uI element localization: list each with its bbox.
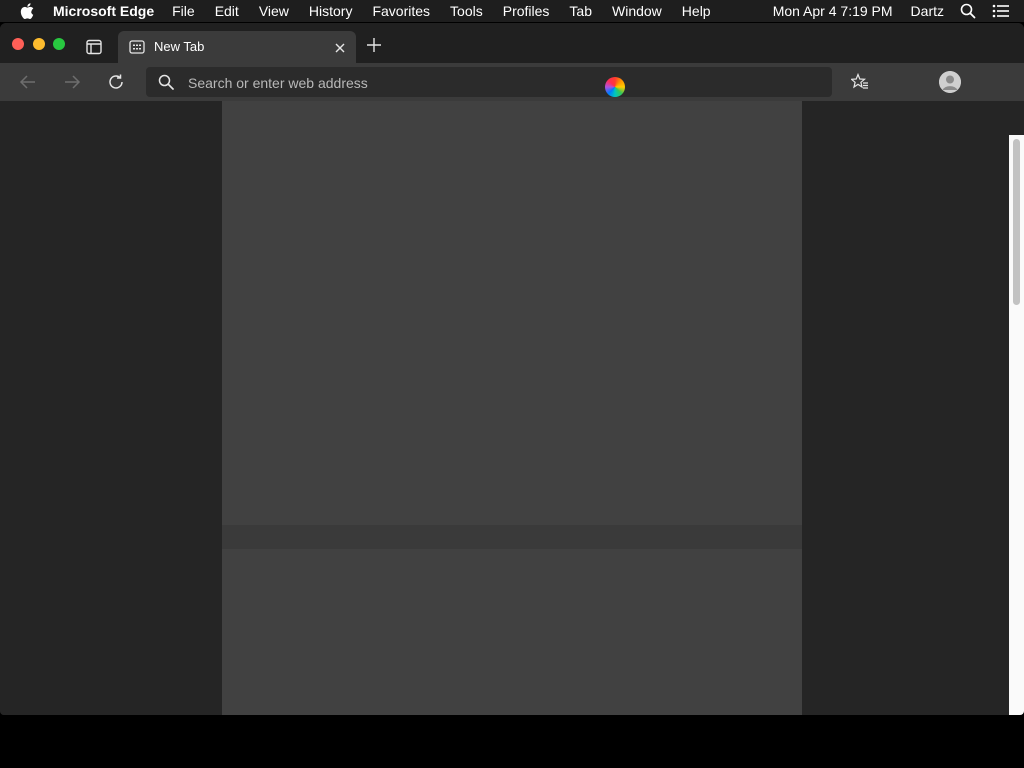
scrollbar-thumb[interactable] [1013, 139, 1020, 305]
address-input[interactable] [186, 67, 810, 99]
favorites-star-icon[interactable] [851, 73, 869, 91]
address-bar[interactable] [146, 67, 832, 99]
tab-title: New Tab [154, 39, 205, 54]
plus-icon[interactable] [367, 38, 381, 52]
menu-history[interactable]: History [309, 3, 353, 19]
menu-app-name[interactable]: Microsoft Edge [53, 3, 154, 19]
search-icon [158, 74, 174, 90]
new-tab-page-icon [129, 40, 145, 54]
window-maximize-button[interactable] [53, 38, 65, 50]
menu-window[interactable]: Window [612, 3, 662, 19]
window-close-button[interactable] [12, 38, 24, 50]
search-icon[interactable] [960, 3, 976, 19]
arrow-right-icon[interactable] [63, 73, 81, 91]
apple-icon[interactable] [20, 3, 34, 19]
reload-icon[interactable] [107, 73, 125, 91]
menu-profiles[interactable]: Profiles [503, 3, 550, 19]
menu-bar-clock[interactable]: Mon Apr 4 7:19 PM [773, 3, 893, 19]
tab-strip: New Tab [0, 23, 1024, 63]
page-content [0, 101, 1024, 715]
content-panel-top [222, 101, 802, 525]
browser-window: New Tab [0, 23, 1024, 715]
arrow-left-icon[interactable] [19, 73, 37, 91]
window-minimize-button[interactable] [33, 38, 45, 50]
navigation-toolbar [0, 63, 1024, 101]
menu-view[interactable]: View [259, 3, 289, 19]
tab-actions-icon[interactable] [85, 39, 103, 55]
menu-tools[interactable]: Tools [450, 3, 483, 19]
menu-file[interactable]: File [172, 3, 195, 19]
menu-tab[interactable]: Tab [569, 3, 592, 19]
menu-help[interactable]: Help [682, 3, 711, 19]
vertical-scrollbar[interactable] [1009, 135, 1024, 715]
menu-favorites[interactable]: Favorites [372, 3, 430, 19]
list-icon[interactable] [992, 4, 1010, 18]
content-panel-bottom [222, 549, 802, 715]
content-panel-divider [222, 525, 802, 549]
tab-new-tab[interactable]: New Tab [118, 31, 356, 63]
menu-bar-user[interactable]: Dartz [911, 3, 944, 19]
menu-bar: Microsoft Edge File Edit View History Fa… [0, 0, 1024, 22]
menu-bar-status-area: Mon Apr 4 7:19 PM Dartz [773, 0, 1024, 22]
profile-icon[interactable] [939, 71, 961, 93]
close-icon[interactable] [334, 41, 346, 53]
menu-edit[interactable]: Edit [215, 3, 239, 19]
color-wheel-cursor-icon [605, 77, 625, 97]
